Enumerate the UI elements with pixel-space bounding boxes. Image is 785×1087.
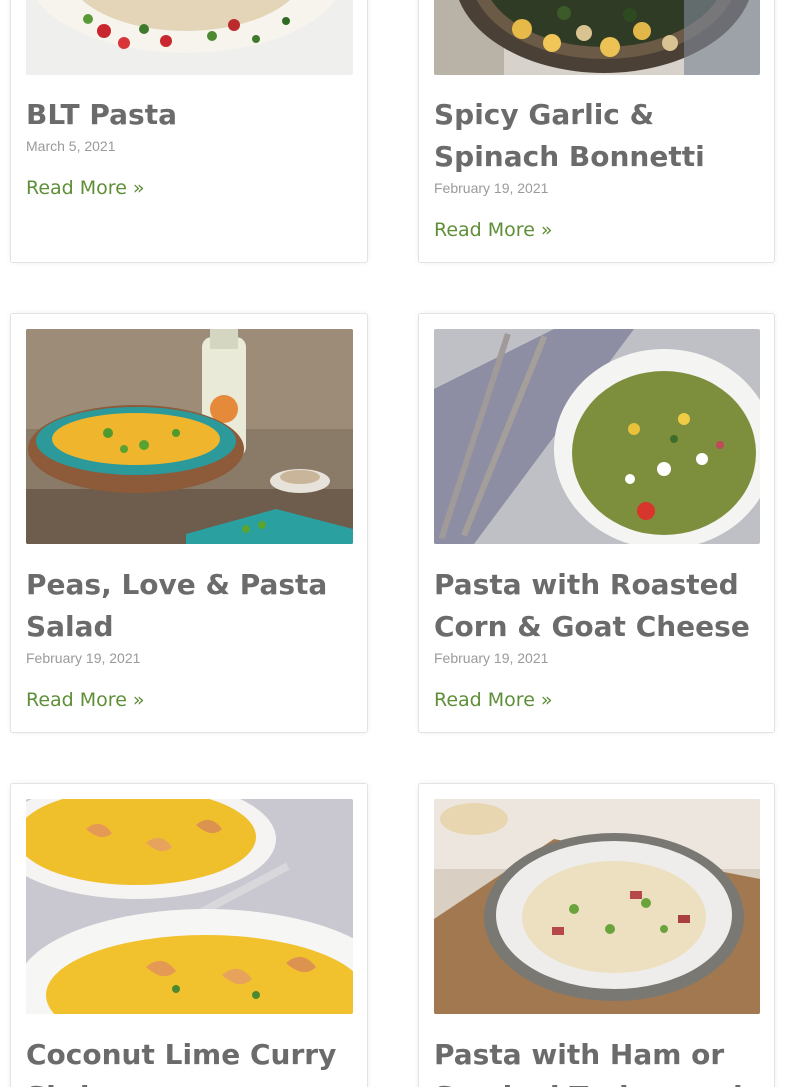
post-title-link[interactable]: Coconut Lime Curry Shrimp (26, 1034, 336, 1087)
post-title-link[interactable]: Pasta with Ham or Smoked Turkey and (434, 1034, 743, 1087)
post-date: February 19, 2021 (434, 180, 549, 196)
post-title-link[interactable]: Pasta with Roasted Corn & Goat Cheese (434, 564, 750, 648)
post-title-line: Corn & Goat Cheese (434, 610, 750, 643)
post-thumbnail[interactable] (434, 799, 760, 1014)
post-title-line: Salad (26, 610, 114, 643)
read-more-link[interactable]: Read More » (434, 688, 553, 712)
post-date: February 19, 2021 (26, 650, 141, 666)
read-more-link[interactable]: Read More » (434, 218, 553, 242)
post-card: Coconut Lime Curry Shrimp (10, 783, 368, 1087)
read-more-link[interactable]: Read More » (26, 688, 145, 712)
post-card: Pasta with Roasted Corn & Goat Cheese Fe… (418, 313, 775, 733)
post-card: BLT Pasta March 5, 2021 Read More » (10, 0, 368, 263)
post-thumbnail[interactable] (434, 0, 760, 75)
post-title-line: Spicy Garlic & (434, 98, 655, 131)
post-title-line: Pasta with Roasted (434, 568, 739, 601)
post-title-link[interactable]: BLT Pasta (26, 94, 177, 136)
post-date: March 5, 2021 (26, 138, 116, 154)
post-thumbnail[interactable] (26, 0, 353, 75)
read-more-link[interactable]: Read More » (26, 176, 145, 200)
post-thumbnail[interactable] (26, 799, 353, 1014)
post-title-link[interactable]: Peas, Love & Pasta Salad (26, 564, 327, 648)
post-thumbnail[interactable] (26, 329, 353, 544)
post-title-line: Peas, Love & Pasta (26, 568, 328, 601)
post-title-line: Coconut Lime Curry (26, 1038, 337, 1071)
post-date: February 19, 2021 (434, 650, 549, 666)
post-title-link[interactable]: Spicy Garlic & Spinach Bonnetti (434, 94, 705, 178)
post-title-line: Shrimp (26, 1076, 336, 1087)
post-card: Spicy Garlic & Spinach Bonnetti February… (418, 0, 775, 263)
post-card: Pasta with Ham or Smoked Turkey and (418, 783, 775, 1087)
post-title-line: Pasta with Ham or (434, 1038, 725, 1071)
post-card: Peas, Love & Pasta Salad February 19, 20… (10, 313, 368, 733)
post-title-line: Smoked Turkey and (434, 1076, 743, 1087)
post-title-line: Spinach Bonnetti (434, 140, 705, 173)
post-thumbnail[interactable] (434, 329, 760, 544)
